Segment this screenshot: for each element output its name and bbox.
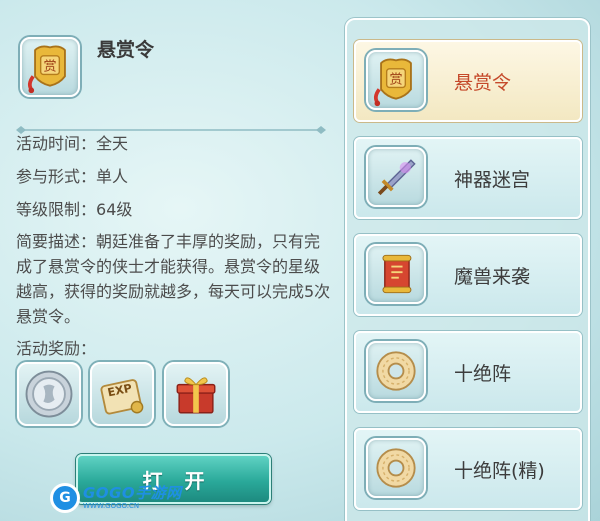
list-icon-frame [366,147,426,207]
activity-list-item-bounty[interactable]: 赏 悬赏令 [354,40,582,122]
activity-description: 简要描述：朝廷准备了丰厚的奖励，只有完成了悬赏令的侠士才能获得。悬赏令的星级越高… [16,232,331,326]
level-limit-row: 等级限制：64级 [16,196,132,220]
watermark-logo-icon: G [50,483,80,513]
activity-list-item-label: 十绝阵 [454,362,512,385]
list-icon-frame [366,341,426,401]
activity-list-item-label: 神器迷宫 [454,168,531,191]
list-icon-frame: 赏 [366,50,426,110]
activity-list[interactable]: 赏 悬赏令 神器迷宫 魔兽来袭 十绝阵 十绝阵(精) [345,18,590,521]
sword-icon [377,159,416,196]
activity-title: 悬赏令 [97,39,155,61]
participation-mode-label: 参与形式： [16,167,97,186]
jade-disc-icon [376,448,416,488]
level-limit-label: 等级限制： [16,200,97,219]
reward-exp-scroll[interactable]: EXP [90,362,154,426]
svg-text:赏: 赏 [389,73,402,88]
participation-mode-row: 参与形式：单人 [16,163,128,187]
divider [16,119,326,134]
watermark: G GOGO手游网 WWW.GOGO.CN [50,482,182,514]
bounty-token-icon: 赏 [373,58,412,107]
gift-box-icon [176,377,216,414]
activity-list-item-label: 魔兽来袭 [454,265,531,288]
watermark-url: WWW.GOGO.CN [83,502,140,510]
list-icon-frame [366,244,426,304]
list-icon-frame [366,438,426,498]
level-limit-value: 64级 [96,200,133,219]
jade-disc-icon [376,351,416,391]
activity-list-item-label: 悬赏令 [454,71,512,94]
activity-list-item-ten-formation[interactable]: 十绝阵 [354,331,582,413]
activity-icon-frame: 赏 [20,37,80,97]
participation-mode-value: 单人 [96,167,129,186]
activity-list-item-label: 十绝阵(精) [454,459,545,482]
silver-coin-icon [25,370,73,418]
reward-silver-coin[interactable] [17,362,81,426]
bounty-token-icon: 赏 [27,45,66,94]
activity-time-label: 活动时间： [16,134,97,153]
reward-gift-box[interactable] [164,362,228,426]
activity-list-item-beast-raid[interactable]: 魔兽来袭 [354,234,582,316]
activity-time-value: 全天 [96,134,129,153]
watermark-brand: GOGO手游网 [83,484,182,502]
activity-time-row: 活动时间：全天 [16,130,128,154]
activity-list-item-artifact-maze[interactable]: 神器迷宫 [354,137,582,219]
rewards-label: 活动奖励： [16,339,97,358]
activity-list-item-ten-formation-elite[interactable]: 十绝阵(精) [354,428,582,510]
scroll-icon [382,254,412,294]
svg-text:赏: 赏 [43,60,56,75]
exp-scroll-icon: EXP [100,379,144,415]
